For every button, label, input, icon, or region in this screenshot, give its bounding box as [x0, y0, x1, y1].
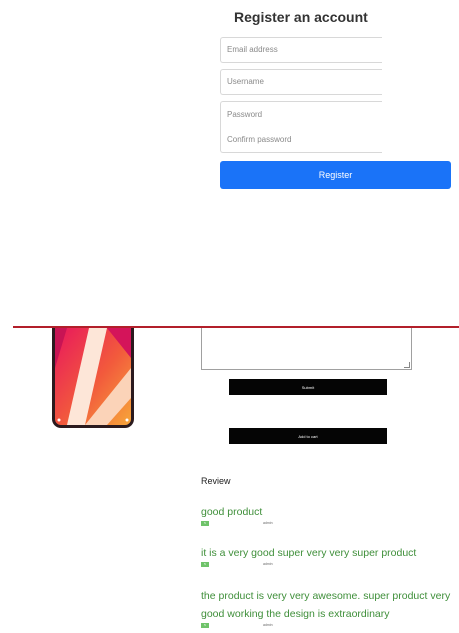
review-item: the product is very very awesome. super …	[201, 587, 459, 631]
password-field[interactable]: Password	[221, 102, 382, 127]
confirm-password-field[interactable]: Confirm password	[221, 127, 382, 152]
review-meta: 5 admin	[201, 623, 459, 631]
review-item: good product 5 admin	[201, 503, 459, 529]
rating-badge: 5	[201, 521, 209, 526]
review-text: it is a very good super very very super …	[201, 547, 417, 559]
review-text: good product	[201, 506, 263, 518]
password-placeholder: Password	[227, 110, 263, 119]
username-placeholder: Username	[227, 77, 264, 86]
product-image[interactable]	[52, 328, 134, 428]
add-to-cart-button[interactable]: Add to cart	[229, 428, 387, 444]
review-item: it is a very good super very very super …	[201, 544, 459, 570]
email-field[interactable]: Email address	[220, 37, 382, 63]
review-textarea[interactable]	[201, 328, 412, 370]
register-title: Register an account	[234, 9, 368, 25]
review-meta: 5 admin	[201, 562, 459, 570]
review-author: admin	[263, 521, 273, 525]
review-author: admin	[263, 562, 273, 566]
email-placeholder: Email address	[227, 45, 278, 54]
review-author: admin	[263, 623, 273, 627]
username-field[interactable]: Username	[220, 69, 382, 95]
submit-button[interactable]: Submit	[229, 379, 387, 395]
review-meta: 5 admin	[201, 521, 459, 529]
review-text: the product is very very awesome. super …	[201, 590, 451, 620]
textarea-resize-grip[interactable]	[404, 362, 410, 368]
rating-badge: 5	[201, 623, 209, 628]
review-heading: Review	[201, 476, 231, 486]
rating-badge: 5	[201, 562, 209, 567]
password-group: Password Confirm password	[220, 101, 382, 153]
register-button[interactable]: Register	[220, 161, 451, 189]
confirm-password-placeholder: Confirm password	[227, 135, 292, 144]
phone-screen-art	[55, 328, 131, 425]
